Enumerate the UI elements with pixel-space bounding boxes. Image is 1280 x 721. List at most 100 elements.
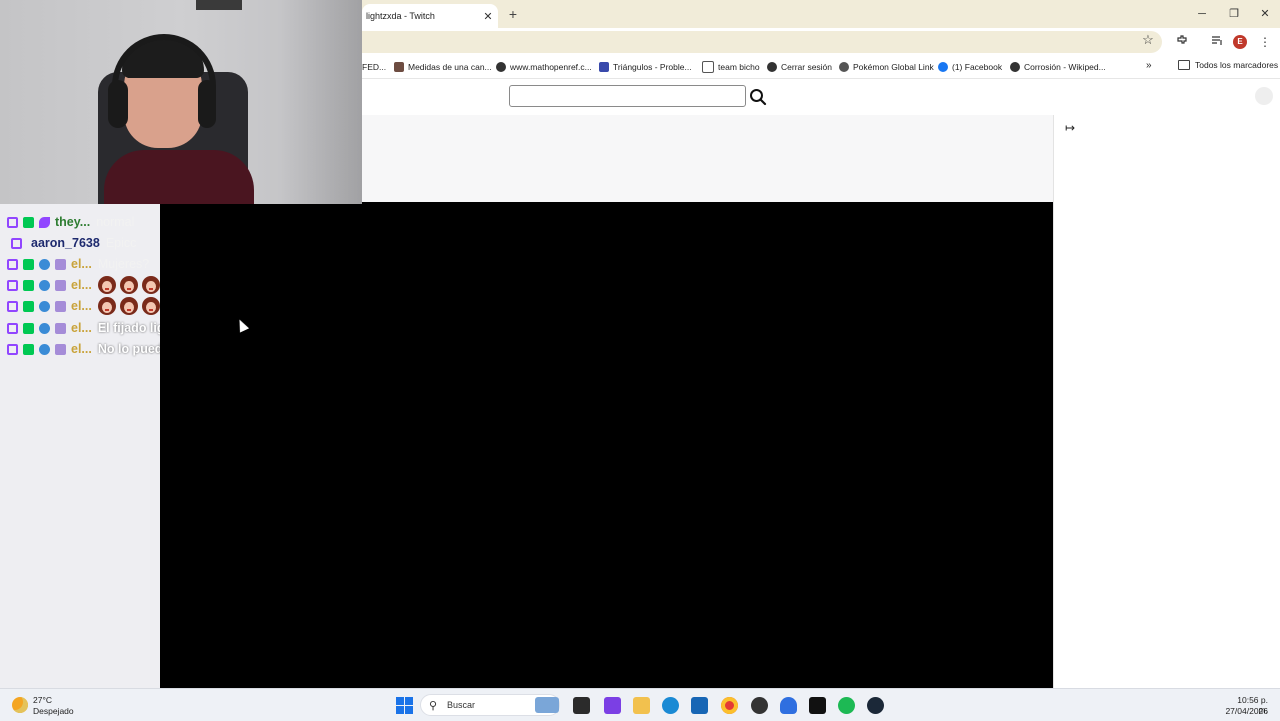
tab-close-icon[interactable]: ✕ [480,10,496,23]
emote-icon [119,297,138,315]
gift-badge-icon [55,343,66,355]
close-window-button[interactable]: ✕ [1250,5,1280,23]
maximize-button[interactable]: ❐ [1219,5,1249,23]
chat-message: el... Mujeres? [0,255,160,273]
bookmark-item[interactable]: Medidas de una can... [394,60,492,74]
taskbar-search-placeholder: Buscar [447,700,476,710]
bookmark-item[interactable]: Cerrar sesión [767,60,832,74]
webcam-wall [280,0,362,204]
gift-badge-icon [55,258,66,270]
avatar[interactable] [1255,87,1273,105]
subscriber-badge-icon [23,322,34,334]
bookmark-item[interactable]: Corrosión - Wikiped... [1010,60,1106,74]
spotify-icon[interactable] [838,697,855,714]
twitch-badge-icon [7,279,18,291]
weather-moon-icon[interactable] [12,697,28,713]
edge-icon[interactable] [662,697,679,714]
taskbar: 27°C Despejado ⚲ Buscar 10:56 p. m. 27/0… [0,688,1280,721]
browser-menu-icon[interactable]: ⋮ [1256,34,1274,50]
bookmark-star-icon[interactable]: ☆ [1140,32,1156,48]
windows-start-icon[interactable] [396,697,413,714]
globe-badge-icon [39,322,50,334]
bookmark-label: Triángulos - Proble... [613,62,692,72]
chat-username: el... [71,278,92,292]
collapse-chat-icon[interactable]: ↦ [1065,121,1075,135]
weather-temperature: 27°C [33,695,52,705]
chat-message: el... No lo puedo quitar we [0,340,160,358]
file-explorer-icon[interactable] [633,697,650,714]
tab-twitch[interactable]: lightzxda - Twitch ✕ [362,4,498,28]
bookmark-label: www.mathopenref.c... [510,62,592,72]
subscriber-badge-icon [23,300,34,312]
channel-header-area [362,115,1053,202]
globe-badge-icon [39,258,50,270]
all-bookmarks-label: Todos los marcadores [1195,60,1279,70]
taskbar-search[interactable]: ⚲ Buscar [420,694,560,716]
chat-username: el... [71,342,92,356]
browser-tabstrip: lightzxda - Twitch ✕ + ─ ❐ ✕ [362,0,1280,28]
gift-badge-icon [55,322,66,334]
minimize-button[interactable]: ─ [1187,5,1217,23]
bookmarks-bar: FED... Medidas de una can... www.mathope… [362,56,1280,79]
reading-list-icon[interactable] [1208,34,1226,50]
game-app-icon[interactable] [751,697,768,714]
chat-message: they... normal [0,213,160,231]
all-bookmarks-button[interactable]: Todos los marcadores [1178,60,1278,70]
twitch-badge-icon [11,237,22,249]
emote-icon [119,276,138,294]
search-highlight-icon [535,697,559,713]
emote-icon [97,297,116,315]
chrome-icon[interactable] [721,697,738,714]
address-bar[interactable] [362,31,1162,53]
chat-text: No lo puedo quitar we [97,342,160,356]
chat-username: they... [55,215,91,229]
subscriber-badge-icon [23,216,34,228]
bookmark-label: Medidas de una can... [408,62,492,72]
chat-message: el... [0,276,160,294]
bookmark-item[interactable]: (1) Facebook [938,60,1002,74]
search-icon: ⚲ [429,700,438,712]
twitch-badge-icon [7,300,18,312]
emote-icon [97,276,116,294]
bookmark-item[interactable]: Pokémon Global Link [839,60,934,74]
bookmarks-more-button[interactable]: » [1146,60,1152,71]
bookmark-item[interactable]: FED... [362,60,386,74]
chat-overlay: they... normal aaron_7638 Epicc el... Mu… [0,204,160,688]
security-app-icon[interactable] [780,697,797,714]
profile-avatar[interactable]: E [1233,35,1247,49]
bookmark-favicon-icon [394,62,404,72]
bookmark-favicon-icon [599,62,609,72]
bookmark-label: (1) Facebook [952,62,1003,72]
facebook-icon [938,62,948,72]
twitch-badge-icon [7,258,18,270]
twitch-badge-icon [7,322,18,334]
search-icon[interactable] [748,87,768,107]
bookmark-item[interactable]: www.mathopenref.c... [496,60,592,74]
chat-panel: ↦ [1053,115,1280,688]
tab-title: lightzxda - Twitch [366,11,435,21]
bookmark-label: Corrosión - Wikiped... [1024,62,1106,72]
bookmark-favicon-icon [702,61,714,73]
bookmark-label: Pokémon Global Link [853,62,934,72]
task-view-icon[interactable] [573,697,590,714]
headphones-right [198,80,216,128]
search-input[interactable] [509,85,746,107]
subscriber-badge-icon [23,258,34,270]
new-tab-button[interactable]: + [504,5,522,23]
steam-icon[interactable] [867,697,884,714]
store-icon[interactable] [691,697,708,714]
twitch-top-nav [362,79,1280,116]
copilot-icon[interactable] [604,697,621,714]
bookmark-item[interactable]: Triángulos - Proble... [599,60,692,74]
bookmark-item[interactable]: team bicho [702,60,760,74]
globe-icon [767,62,777,72]
pokeball-icon [839,62,849,72]
clock-date[interactable]: 27/04/2026 [1220,706,1268,716]
globe-badge-icon [39,300,50,312]
bookmark-label: Cerrar sesión [781,62,833,72]
emote-icon [141,297,160,315]
subscriber-badge-icon [23,279,34,291]
capcut-icon[interactable] [809,697,826,714]
extensions-icon[interactable] [1173,34,1191,50]
video-player[interactable] [160,202,1053,688]
